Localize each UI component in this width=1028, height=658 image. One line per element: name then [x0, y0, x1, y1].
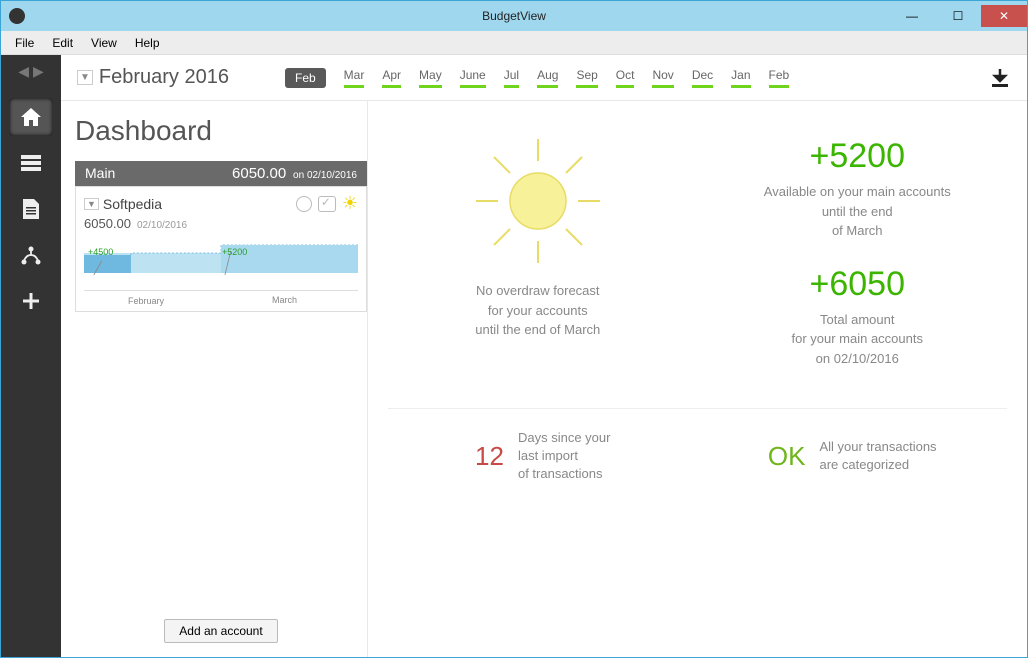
title-bar: BudgetView — ☐ ✕ [1, 1, 1027, 31]
month-bar: ▼ February 2016 Feb Mar Apr May June Jul… [61, 55, 1027, 101]
forward-icon[interactable]: ▶ [33, 63, 44, 80]
add-account-button[interactable]: Add an account [164, 619, 277, 643]
account-name[interactable]: Softpedia [103, 196, 162, 212]
account-group-header[interactable]: Main 6050.00 on 02/10/2016 [75, 161, 367, 186]
close-button[interactable]: ✕ [981, 5, 1027, 27]
available-value: +5200 [708, 131, 1008, 182]
status-days-value: 12 [475, 441, 504, 472]
menu-file[interactable]: File [7, 34, 42, 52]
month-tab[interactable]: Jan [731, 68, 750, 88]
month-tab[interactable]: Feb [769, 68, 790, 88]
menu-help[interactable]: Help [127, 34, 168, 52]
app-icon [9, 8, 25, 24]
sidebar-item-reports[interactable] [9, 190, 53, 228]
sun-icon[interactable]: ☀ [342, 193, 358, 214]
available-caption: Available on your main accounts until th… [708, 182, 1008, 241]
account-card: ▼ Softpedia ☀ 6050.00 02/10/2016 [75, 186, 367, 312]
month-tab[interactable]: Dec [692, 68, 713, 88]
menu-view[interactable]: View [83, 34, 125, 52]
status-ok-value: OK [768, 441, 806, 472]
month-tab[interactable]: Nov [652, 68, 673, 88]
account-group-name: Main [85, 165, 115, 181]
menu-bar: File Edit View Help [1, 31, 1027, 55]
chart-check-icon[interactable] [318, 196, 336, 212]
spark-month-1: February [128, 296, 164, 306]
menu-edit[interactable]: Edit [44, 34, 81, 52]
download-icon[interactable] [989, 67, 1011, 89]
account-date: 02/10/2016 [137, 220, 187, 231]
month-tab[interactable]: May [419, 68, 442, 88]
status-categorized: OK All your transactions are categorized [698, 429, 1008, 484]
spark-value-2: +5200 [222, 247, 247, 257]
month-tabs: Feb Mar Apr May June Jul Aug Sep Oct Nov… [285, 68, 789, 88]
minimize-button[interactable]: — [889, 5, 935, 27]
total-caption: Total amount for your main accounts on 0… [708, 310, 1008, 369]
dropdown-icon: ▼ [77, 70, 93, 85]
sidebar-item-budget[interactable] [9, 236, 53, 274]
stack-icon [20, 154, 42, 172]
sun-large-icon [468, 131, 608, 271]
month-tab[interactable]: Mar [344, 68, 365, 88]
status-days: 12 Days since your last import of transa… [388, 429, 698, 484]
page-title: Dashboard [75, 115, 367, 147]
back-icon[interactable]: ◀ [18, 63, 29, 80]
month-tab[interactable]: Aug [537, 68, 558, 88]
plus-icon [21, 291, 41, 311]
current-month-selector[interactable]: ▼ February 2016 [77, 66, 229, 89]
month-tab[interactable]: Oct [616, 68, 635, 88]
sidebar-item-add[interactable] [9, 282, 53, 320]
total-value: +6050 [708, 259, 1008, 310]
account-group-amount: 6050.00 [232, 165, 286, 182]
document-icon [22, 198, 40, 220]
month-tab[interactable]: Jul [504, 68, 519, 88]
month-tab[interactable]: Apr [382, 68, 401, 88]
month-tab[interactable]: Feb [285, 68, 326, 88]
month-tab[interactable]: June [460, 68, 486, 88]
month-tab[interactable]: Sep [576, 68, 597, 88]
home-icon [20, 107, 42, 127]
sidebar-item-accounts[interactable] [9, 144, 53, 182]
spark-month-2: March [272, 295, 297, 305]
current-month-label: February 2016 [99, 66, 229, 89]
circle-icon[interactable] [296, 196, 312, 212]
sidebar-item-home[interactable] [9, 98, 53, 136]
account-sparkline: +4500 +5200 [84, 235, 358, 291]
split-icon [20, 245, 42, 265]
account-amount: 6050.00 [84, 216, 131, 231]
maximize-button[interactable]: ☐ [935, 5, 981, 27]
sidebar: ◀ ▶ [1, 55, 61, 657]
forecast-text: No overdraw forecast for your accounts u… [475, 281, 600, 340]
window-title: BudgetView [482, 9, 546, 23]
expand-icon[interactable]: ▼ [84, 198, 99, 210]
spark-value-1: +4500 [88, 247, 113, 257]
